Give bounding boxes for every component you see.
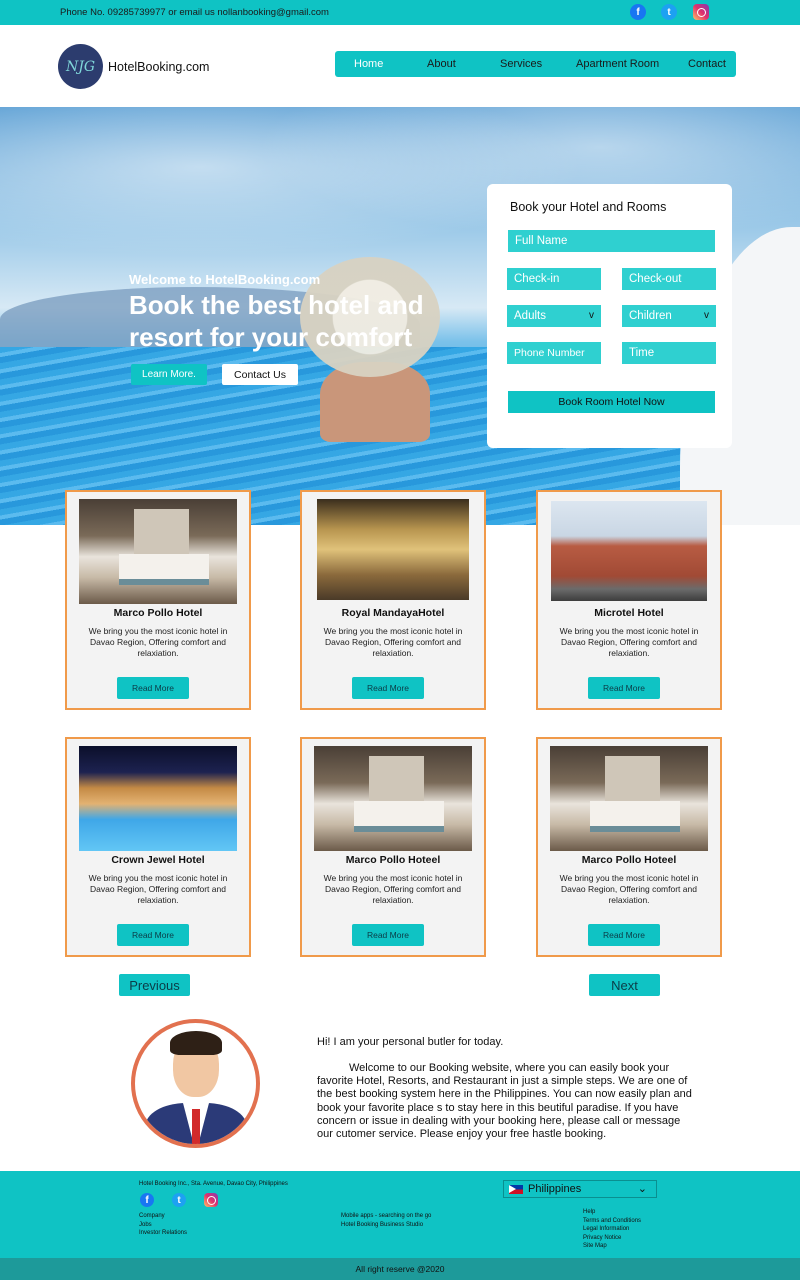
pool-night-image[interactable]	[79, 746, 237, 851]
hotel-room-image[interactable]	[550, 746, 708, 851]
read-more-button[interactable]: Read More	[117, 924, 189, 946]
hotel-card: Crown Jewel Hotel We bring you the most …	[65, 737, 251, 957]
full-name-input[interactable]: Full Name	[508, 230, 715, 252]
booking-form: Book your Hotel and Rooms Full Name Chec…	[487, 184, 732, 448]
read-more-button[interactable]: Read More	[588, 924, 660, 946]
hotel-name: Microtel Hotel	[594, 607, 664, 619]
footer-links-right: Help Terms and Conditions Legal Informat…	[583, 1208, 641, 1251]
read-more-button[interactable]: Read More	[352, 677, 424, 699]
footer-link-company[interactable]: Company	[139, 1212, 187, 1221]
read-more-button[interactable]: Read More	[588, 677, 660, 699]
contact-info-text: Phone No. 09285739977 or email us nollan…	[60, 7, 329, 18]
hotel-exterior-image[interactable]	[551, 501, 707, 601]
hotel-description: We bring you the most iconic hotel in Da…	[323, 626, 463, 658]
hotel-name: Marco Pollo Hotel	[113, 607, 203, 619]
read-more-button[interactable]: Read More	[352, 924, 424, 946]
hotel-room-image[interactable]	[314, 746, 472, 851]
hotel-name: Marco Pollo Hoteel	[345, 854, 441, 866]
nav-home[interactable]: Home	[354, 58, 383, 70]
hotel-card: Royal MandayaHotel We bring you the most…	[300, 490, 486, 710]
previous-button[interactable]: Previous	[119, 974, 190, 996]
hotel-description: We bring you the most iconic hotel in Da…	[88, 626, 228, 658]
hotel-description: We bring you the most iconic hotel in Da…	[559, 626, 699, 658]
hotel-description: We bring you the most iconic hotel in Da…	[559, 873, 699, 905]
footer-link-investor-relations[interactable]: Investor Relations	[139, 1229, 187, 1238]
booking-form-title: Book your Hotel and Rooms	[510, 200, 667, 214]
restaurant-image[interactable]	[317, 499, 469, 600]
butler-avatar	[131, 1019, 260, 1148]
avatar-tie	[192, 1109, 200, 1144]
copyright-text: All right reserve @2020	[355, 1264, 445, 1274]
chevron-down-icon: v	[704, 310, 709, 321]
brand-name[interactable]: HotelBooking.com	[108, 60, 209, 74]
country-select[interactable]: Philippines ⌄	[503, 1180, 657, 1198]
country-label: Philippines	[528, 1183, 582, 1195]
twitter-icon[interactable]: t	[172, 1193, 186, 1207]
check-out-input[interactable]: Check-out	[622, 268, 716, 290]
footer-link-terms[interactable]: Terms and Conditions	[583, 1217, 641, 1226]
hotel-card: Marco Pollo Hoteel We bring you the most…	[536, 737, 722, 957]
philippines-flag-icon	[509, 1184, 523, 1194]
phone-number-input[interactable]: Phone Number	[507, 342, 601, 364]
main-nav: Home About Services Apartment Room Conta…	[335, 51, 736, 77]
next-button[interactable]: Next	[589, 974, 660, 996]
footer-links-middle: Mobile apps - searching on the go Hotel …	[341, 1212, 431, 1229]
footer-link-mobile-apps[interactable]: Mobile apps - searching on the go	[341, 1212, 431, 1221]
footer-link-legal[interactable]: Legal Information	[583, 1225, 641, 1234]
hotel-name: Crown Jewel Hotel	[111, 854, 205, 866]
butler-greeting: Hi! I am your personal butler for today.	[317, 1036, 504, 1048]
avatar-hair	[170, 1031, 222, 1055]
facebook-icon[interactable]: f	[140, 1193, 154, 1207]
adults-select[interactable]: Adults v	[507, 305, 601, 327]
instagram-icon[interactable]	[204, 1193, 218, 1207]
instagram-icon[interactable]	[693, 4, 709, 20]
learn-more-button[interactable]: Learn More.	[131, 364, 207, 385]
adults-label: Adults	[514, 310, 546, 322]
contact-us-button[interactable]: Contact Us	[222, 364, 298, 385]
check-in-input[interactable]: Check-in	[507, 268, 601, 290]
hotel-card: Marco Pollo Hotel We bring you the most …	[65, 490, 251, 710]
footer-link-jobs[interactable]: Jobs	[139, 1221, 187, 1230]
chevron-down-icon: ⌄	[637, 1183, 647, 1195]
hotel-card: Microtel Hotel We bring you the most ico…	[536, 490, 722, 710]
top-bar: Phone No. 09285739977 or email us nollan…	[0, 0, 800, 25]
hotel-description: We bring you the most iconic hotel in Da…	[88, 873, 228, 905]
book-room-button[interactable]: Book Room Hotel Now	[508, 391, 715, 413]
site-logo[interactable]: NJG	[58, 44, 103, 89]
hotel-description: We bring you the most iconic hotel in Da…	[323, 873, 463, 905]
hotel-card: Marco Pollo Hoteel We bring you the most…	[300, 737, 486, 957]
footer-link-help[interactable]: Help	[583, 1208, 641, 1217]
butler-message: Welcome to our Booking website, where yo…	[317, 1062, 692, 1141]
copyright-bar: All right reserve @2020	[0, 1258, 800, 1280]
site-footer: Hotel Booking Inc., Sta. Avenue, Davao C…	[0, 1171, 800, 1258]
footer-link-business-studio[interactable]: Hotel Booking Business Studio	[341, 1221, 431, 1230]
read-more-button[interactable]: Read More	[117, 677, 189, 699]
footer-link-privacy[interactable]: Privacy Notice	[583, 1234, 641, 1243]
footer-link-sitemap[interactable]: Site Map	[583, 1242, 641, 1251]
hotel-room-image[interactable]	[79, 499, 237, 604]
twitter-icon[interactable]: t	[661, 4, 677, 20]
hero-welcome: Welcome to HotelBooking.com	[129, 272, 321, 287]
time-input[interactable]: Time	[622, 342, 716, 364]
facebook-icon[interactable]: f	[630, 4, 646, 20]
children-label: Children	[629, 310, 672, 322]
nav-apartment-room[interactable]: Apartment Room	[576, 58, 659, 70]
footer-links-left: Company Jobs Investor Relations	[139, 1212, 187, 1238]
hotel-name: Royal MandayaHotel	[341, 607, 445, 619]
nav-services[interactable]: Services	[500, 58, 542, 70]
nav-contact[interactable]: Contact	[688, 58, 726, 70]
children-select[interactable]: Children v	[622, 305, 716, 327]
footer-address: Hotel Booking Inc., Sta. Avenue, Davao C…	[139, 1181, 288, 1187]
hero-headline: Book the best hotel and resort for your …	[129, 290, 424, 352]
hotel-name: Marco Pollo Hoteel	[581, 854, 677, 866]
chevron-down-icon: v	[589, 310, 594, 321]
nav-about[interactable]: About	[427, 58, 456, 70]
site-header: NJG HotelBooking.com Home About Services…	[0, 25, 800, 107]
